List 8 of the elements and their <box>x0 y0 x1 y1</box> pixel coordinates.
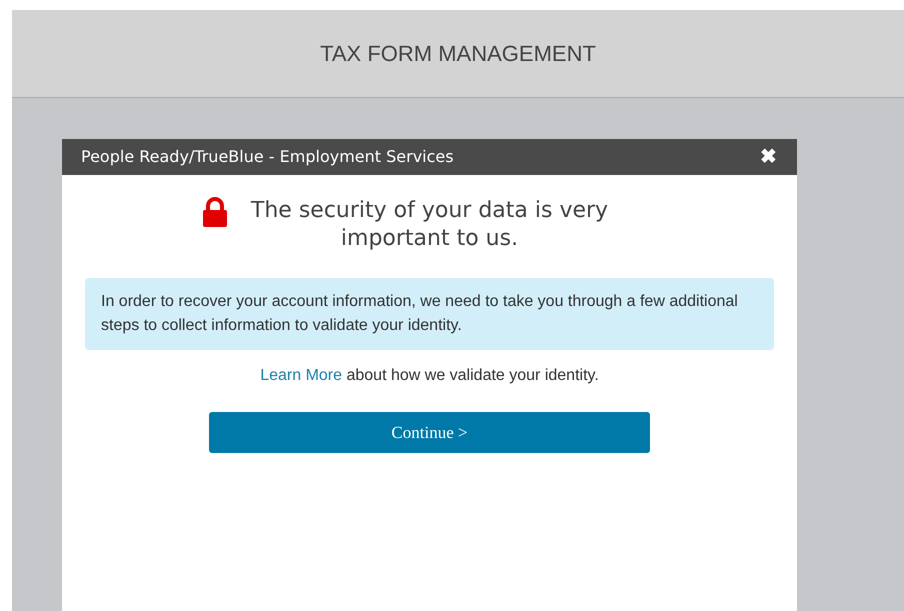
dialog-title: People Ready/TrueBlue - Employment Services <box>81 146 454 168</box>
learn-more-link[interactable]: Learn More <box>260 367 342 384</box>
continue-button[interactable]: Continue > <box>209 412 650 453</box>
page-title: TAX FORM MANAGEMENT <box>320 40 596 68</box>
close-button[interactable]: ✖ <box>760 147 777 167</box>
learn-more-sentence: Learn More about how we validate your identity. <box>259 366 600 386</box>
info-message: In order to recover your account information, we need to take you through a few additional steps to collect information to validate your identity. <box>85 278 774 350</box>
security-heading: The security of your data is very important to us. <box>250 198 608 250</box>
